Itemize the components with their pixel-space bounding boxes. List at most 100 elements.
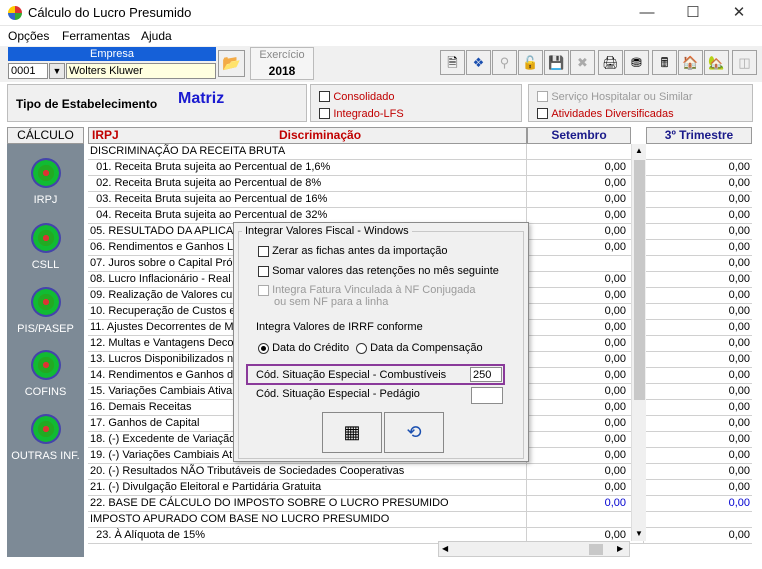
sidebar-item-cofins[interactable]: COFINS xyxy=(7,350,84,398)
scroll-thumb[interactable] xyxy=(634,160,645,400)
atividades-checkbox[interactable] xyxy=(537,108,548,120)
table-row[interactable]: IMPOSTO APURADO COM BASE NO LUCRO PRESUM… xyxy=(88,512,752,528)
integrado-option[interactable]: Integrado-LFS xyxy=(319,106,404,120)
radio-data-compensacao[interactable]: Data da Compensação xyxy=(356,342,483,354)
menu-opcoes[interactable]: Opções xyxy=(8,29,49,43)
lock-button[interactable]: 🔓 xyxy=(518,50,543,75)
row-setembro-value[interactable]: 0,00 xyxy=(526,320,630,335)
vertical-scrollbar[interactable]: ▲ ▼ xyxy=(631,144,646,541)
row-setembro-value[interactable] xyxy=(526,256,630,271)
menu-ajuda[interactable]: Ajuda xyxy=(141,29,172,43)
navigate-button[interactable]: ❖ xyxy=(466,50,491,75)
table-row[interactable]: 22. BASE DE CÁLCULO DO IMPOSTO SOBRE O L… xyxy=(88,496,752,512)
atividades-panel: Serviço Hospitalar ou Similar Atividades… xyxy=(528,84,753,122)
table-row[interactable]: 02. Receita Bruta sujeita ao Percentual … xyxy=(88,176,752,192)
document-button[interactable]: 🗎 xyxy=(440,50,465,75)
grid-header-trimestre[interactable]: 3º Trimestre xyxy=(646,127,752,144)
row-setembro-value[interactable]: 0,00 xyxy=(526,464,630,479)
row-setembro-value[interactable]: 0,00 xyxy=(526,304,630,319)
search-button[interactable]: ⚲ xyxy=(492,50,517,75)
integrate-button[interactable]: ⛃ xyxy=(624,50,649,75)
row-trimestre-value: 0,00 xyxy=(643,224,752,239)
consolidado-option[interactable]: Consolidado xyxy=(319,89,395,103)
row-setembro-value[interactable]: 0,00 xyxy=(526,336,630,351)
table-row[interactable]: 03. Receita Bruta sujeita ao Percentual … xyxy=(88,192,752,208)
table-row[interactable]: 21. (-) Divulgação Eleitoral e Partidári… xyxy=(88,480,752,496)
pedagio-input[interactable] xyxy=(471,387,503,404)
row-setembro-value[interactable]: 0,00 xyxy=(526,400,630,415)
row-setembro-value[interactable]: 0,00 xyxy=(526,240,630,255)
integrate-confirm-button[interactable]: ▦ xyxy=(322,412,382,453)
combustiveis-input[interactable]: 250 xyxy=(470,367,502,382)
empresa-lookup-button[interactable]: ▼ xyxy=(49,63,65,79)
row-setembro-value[interactable]: 0,00 xyxy=(526,288,630,303)
scroll-down-icon[interactable]: ▼ xyxy=(635,529,643,538)
export-button[interactable]: 🏠 xyxy=(678,50,703,75)
consolidado-checkbox[interactable] xyxy=(319,91,330,103)
scroll-left-icon[interactable]: ◀ xyxy=(442,544,448,553)
somar-checkbox[interactable] xyxy=(258,265,269,277)
row-setembro-value[interactable]: 0,00 xyxy=(526,496,630,511)
scroll-up-icon[interactable]: ▲ xyxy=(635,146,643,155)
row-setembro-value[interactable]: 0,00 xyxy=(526,192,630,207)
minimize-button[interactable]: — xyxy=(624,0,670,26)
row-setembro-value[interactable]: 0,00 xyxy=(526,448,630,463)
row-setembro-value[interactable]: 0,00 xyxy=(526,224,630,239)
radio-credito-dot[interactable] xyxy=(258,342,269,354)
print-button[interactable]: 🖨 xyxy=(598,50,623,75)
table-row[interactable]: 23. À Alíquota de 15% 0,00 0,00 xyxy=(88,528,752,544)
servico-checkbox[interactable] xyxy=(537,91,548,103)
empresa-code-field[interactable]: 0001 xyxy=(8,63,48,79)
row-setembro-value[interactable]: 0,00 xyxy=(526,208,630,223)
consolidado-panel: Consolidado Integrado-LFS xyxy=(310,84,522,122)
row-trimestre-value: 0,00 xyxy=(643,480,752,495)
radio-compensacao-dot[interactable] xyxy=(356,342,367,354)
open-folder-button[interactable]: 📂 xyxy=(218,50,245,77)
sidebar-item-outras-inf[interactable]: OUTRAS INF. xyxy=(7,414,84,462)
row-trimestre-value: 0,00 xyxy=(643,384,752,399)
integrado-checkbox[interactable] xyxy=(319,108,330,120)
calculator-button[interactable]: 🖩 xyxy=(652,50,677,75)
row-trimestre-value: 0,00 xyxy=(643,448,752,463)
window-button[interactable]: ◫ xyxy=(732,50,757,75)
sidebar-item-csll[interactable]: CSLL xyxy=(7,223,84,271)
horizontal-scrollbar[interactable]: ◀ ▶ xyxy=(438,541,630,557)
grid-header-setembro[interactable]: Setembro xyxy=(527,127,631,144)
radio-data-credito[interactable]: Data do Crédito xyxy=(258,342,349,354)
somar-option[interactable]: Somar valores das retenções no mês segui… xyxy=(258,265,499,277)
empresa-name-field[interactable]: Wolters Kluwer xyxy=(66,63,216,79)
close-button[interactable]: ✕ xyxy=(716,0,762,26)
maximize-button[interactable]: ☐ xyxy=(670,0,716,26)
grid-header-tax: IRPJ xyxy=(92,128,119,142)
integra-fatura-option[interactable]: Integra Fatura Vinculada à NF Conjugada xyxy=(258,284,476,296)
import-button[interactable]: 🏡 xyxy=(704,50,729,75)
save-button[interactable]: 💾 xyxy=(544,50,569,75)
menu-ferramentas[interactable]: Ferramentas xyxy=(62,29,130,43)
table-row[interactable]: 01. Receita Bruta sujeita ao Percentual … xyxy=(88,160,752,176)
table-row[interactable]: DISCRIMINAÇÃO DA RECEITA BRUTA xyxy=(88,144,752,160)
sidebar-item-pis-pasep[interactable]: PIS/PASEP xyxy=(7,287,84,335)
row-setembro-value[interactable]: 0,00 xyxy=(526,368,630,383)
servico-label: Serviço Hospitalar ou Similar xyxy=(551,91,693,103)
row-setembro-value[interactable]: 0,00 xyxy=(526,480,630,495)
atividades-option[interactable]: Atividades Diversificadas xyxy=(537,106,674,120)
row-setembro-value[interactable]: 0,00 xyxy=(526,352,630,367)
zerar-checkbox[interactable] xyxy=(258,245,269,257)
zerar-option[interactable]: Zerar as fichas antes da importação xyxy=(258,245,448,257)
servico-option[interactable]: Serviço Hospitalar ou Similar xyxy=(537,89,693,103)
integra-fatura-checkbox[interactable] xyxy=(258,284,269,296)
row-setembro-value[interactable]: 0,00 xyxy=(526,272,630,287)
table-row[interactable]: 20. (-) Resultados NÃO Tributáveis de So… xyxy=(88,464,752,480)
hscroll-thumb[interactable] xyxy=(589,544,603,555)
row-setembro-value[interactable]: 0,00 xyxy=(526,384,630,399)
undo-button[interactable]: ⟲ xyxy=(384,412,444,453)
row-setembro-value[interactable]: 0,00 xyxy=(526,432,630,447)
row-setembro-value[interactable] xyxy=(526,144,630,159)
row-setembro-value[interactable]: 0,00 xyxy=(526,416,630,431)
delete-button[interactable]: ✖ xyxy=(570,50,595,75)
row-setembro-value[interactable] xyxy=(526,512,630,527)
row-setembro-value[interactable]: 0,00 xyxy=(526,160,630,175)
scroll-right-icon[interactable]: ▶ xyxy=(617,544,623,553)
row-setembro-value[interactable]: 0,00 xyxy=(526,176,630,191)
sidebar-item-irpj[interactable]: IRPJ xyxy=(7,158,84,206)
